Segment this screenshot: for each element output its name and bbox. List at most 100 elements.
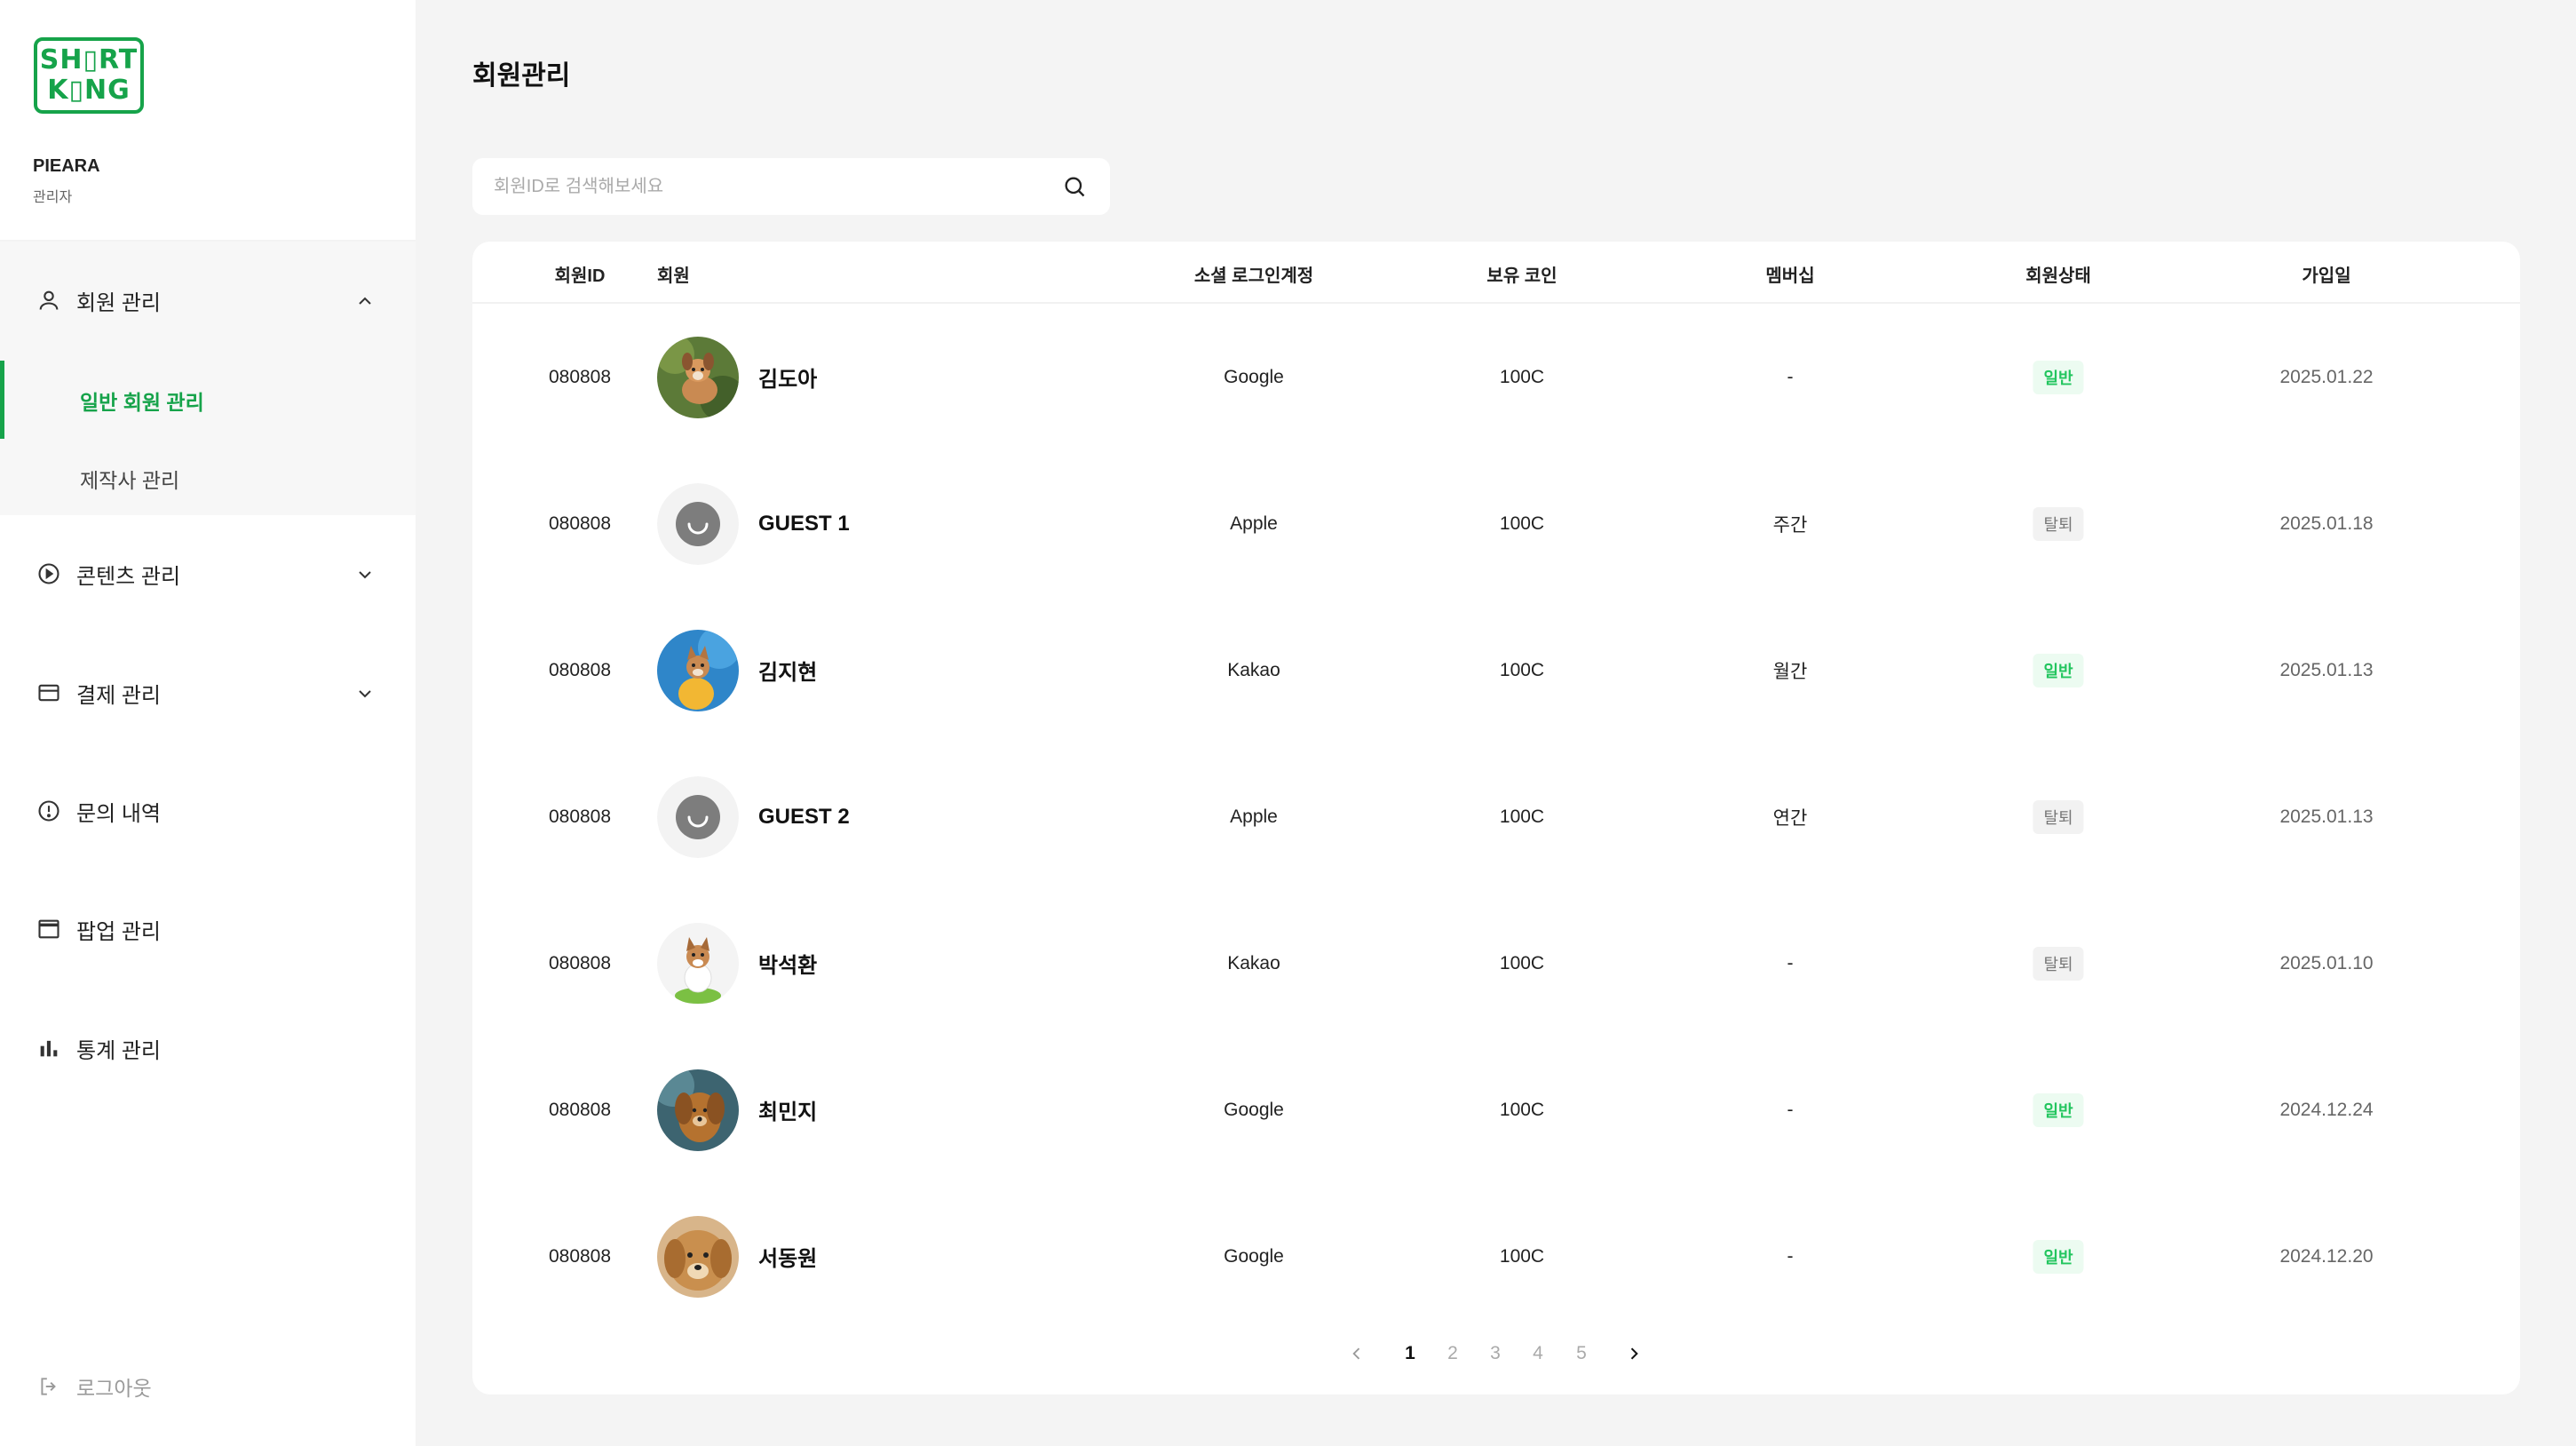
- chevron-down-icon[interactable]: [352, 561, 378, 588]
- status-badge: 일반: [2033, 360, 2084, 394]
- member-info: 박석환: [657, 922, 818, 1005]
- table-row[interactable]: 080808 최민지 Google 100C - 일반 2024.12.24: [472, 1037, 2520, 1183]
- nav-producers[interactable]: 제작사 관리: [80, 464, 179, 494]
- membership: 주간: [1772, 514, 1808, 536]
- table-header: 회원ID 회원 소셜 로그인계정 보유 코인 멤버십 회원상태 가입일: [472, 242, 2520, 304]
- header-membership: 멤버십: [1765, 266, 1815, 286]
- table-row[interactable]: 080808 GUEST 2 Apple 100C 연간 탈퇴 2025.01.…: [472, 743, 2520, 890]
- page-2-button[interactable]: 2: [1439, 1336, 1467, 1371]
- nav-popups[interactable]: 팝업 관리: [36, 911, 161, 947]
- search-input[interactable]: [494, 176, 1060, 197]
- header-social-account: 소셜 로그인계정: [1193, 266, 1314, 286]
- member-id: 080808: [548, 659, 612, 680]
- member-info: GUEST 2: [657, 775, 850, 858]
- active-indicator: [0, 361, 4, 439]
- logo-line-1: SH▯RT: [39, 44, 139, 75]
- join-date: 2024.12.24: [2279, 1099, 2374, 1120]
- member-info: 최민지: [657, 1069, 817, 1151]
- org-name: PIEARA: [33, 156, 100, 176]
- credit-card-icon: [36, 679, 62, 706]
- status-badge: 일반: [2033, 1092, 2084, 1127]
- social-account: Kakao: [1227, 952, 1280, 973]
- member-id: 080808: [548, 1099, 612, 1120]
- member-name: 박석환: [758, 954, 818, 978]
- page-5-button[interactable]: 5: [1567, 1336, 1596, 1371]
- default-avatar-icon: [657, 482, 739, 565]
- member-name: 서동원: [758, 1247, 818, 1271]
- membership: -: [1787, 366, 1794, 387]
- join-date: 2025.01.10: [2279, 952, 2374, 973]
- join-date: 2025.01.13: [2279, 659, 2374, 680]
- sidebar: SH▯RT K▯NG PIEARA 관리자 회원 관리 일반 회원 관리 제작사…: [0, 0, 416, 1446]
- member-name: GUEST 1: [758, 511, 850, 536]
- page-1-button[interactable]: 1: [1396, 1336, 1424, 1371]
- membership: 연간: [1772, 807, 1808, 829]
- nav-members-label: 회원 관리: [76, 290, 161, 315]
- member-info: GUEST 1: [657, 482, 850, 565]
- table-row[interactable]: 080808 박석환 Kakao 100C - 탈퇴 2025.01.10: [472, 890, 2520, 1037]
- table-row[interactable]: 080808 김지현 Kakao 100C 월간 일반 2025.01.13: [472, 597, 2520, 743]
- member-id: 080808: [548, 1245, 612, 1267]
- member-id: 080808: [548, 806, 612, 827]
- member-name: GUEST 2: [758, 804, 850, 829]
- member-info: 김지현: [657, 629, 817, 711]
- avatar: [657, 336, 739, 418]
- status-badge: 탈퇴: [2033, 506, 2084, 541]
- header-member-id: 회원ID: [554, 266, 606, 286]
- members-table: 회원ID 회원 소셜 로그인계정 보유 코인 멤버십 회원상태 가입일 0808…: [472, 242, 2520, 1394]
- member-id: 080808: [548, 366, 612, 387]
- coin-balance: 100C: [1499, 806, 1545, 827]
- prev-page-button[interactable]: [1343, 1336, 1371, 1371]
- page-title: 회원관리: [472, 61, 571, 91]
- member-info: 서동원: [657, 1215, 818, 1298]
- nav-popups-label: 팝업 관리: [76, 919, 161, 944]
- social-account: Apple: [1230, 806, 1278, 827]
- nav-stats[interactable]: 통계 관리: [36, 1030, 161, 1066]
- membership: -: [1787, 1099, 1794, 1120]
- header-coins: 보유 코인: [1486, 266, 1557, 286]
- default-avatar-icon: [657, 775, 739, 858]
- join-date: 2025.01.18: [2279, 512, 2374, 534]
- chevron-down-icon[interactable]: [352, 680, 378, 707]
- shortking-logo[interactable]: SH▯RT K▯NG: [34, 37, 144, 114]
- table-row[interactable]: 080808 서동원 Google 100C - 일반 2024.12.20: [472, 1183, 2520, 1330]
- avatar: [657, 1069, 739, 1151]
- avatar: [657, 1215, 739, 1298]
- nav-payments[interactable]: 결제 관리: [36, 675, 161, 711]
- org-role: 관리자: [33, 190, 73, 205]
- status-badge: 일반: [2033, 1239, 2084, 1274]
- nav-contents-label: 콘텐츠 관리: [76, 564, 181, 589]
- chevron-up-icon[interactable]: [352, 288, 378, 314]
- social-account: Kakao: [1227, 659, 1280, 680]
- avatar: [657, 629, 739, 711]
- status-badge: 일반: [2033, 653, 2084, 687]
- nav-contents[interactable]: 콘텐츠 관리: [36, 556, 180, 592]
- nav-members[interactable]: 회원 관리: [36, 282, 161, 318]
- search-bar: [472, 158, 1110, 215]
- user-icon: [36, 287, 62, 314]
- next-page-button[interactable]: [1620, 1336, 1648, 1371]
- logout-label: 로그아웃: [76, 1377, 152, 1400]
- join-date: 2025.01.13: [2279, 806, 2374, 827]
- header-status: 회원상태: [2025, 266, 2091, 286]
- status-badge: 탈퇴: [2033, 946, 2084, 981]
- table-row[interactable]: 080808 GUEST 1 Apple 100C 주간 탈퇴 2025.01.…: [472, 450, 2520, 597]
- nav-inquiries[interactable]: 문의 내역: [36, 793, 161, 829]
- nav-general-members[interactable]: 일반 회원 관리: [80, 385, 204, 416]
- coin-balance: 100C: [1499, 659, 1545, 680]
- play-circle-icon: [36, 560, 62, 587]
- status-badge: 탈퇴: [2033, 799, 2084, 834]
- table-row[interactable]: 080808 김도아 Google 100C - 일반 2025.01.22: [472, 304, 2520, 450]
- coin-balance: 100C: [1499, 1245, 1545, 1267]
- social-account: Google: [1224, 1245, 1284, 1267]
- search-icon[interactable]: [1060, 172, 1089, 201]
- page-3-button[interactable]: 3: [1481, 1336, 1510, 1371]
- logout-button[interactable]: 로그아웃: [36, 1371, 152, 1402]
- avatar: [657, 922, 739, 1005]
- pagination: 1 2 3 4 5: [472, 1336, 2520, 1371]
- member-id: 080808: [548, 512, 612, 534]
- member-name: 최민지: [758, 1100, 818, 1124]
- page-4-button[interactable]: 4: [1524, 1336, 1552, 1371]
- join-date: 2025.01.22: [2279, 366, 2374, 387]
- coin-balance: 100C: [1499, 952, 1545, 973]
